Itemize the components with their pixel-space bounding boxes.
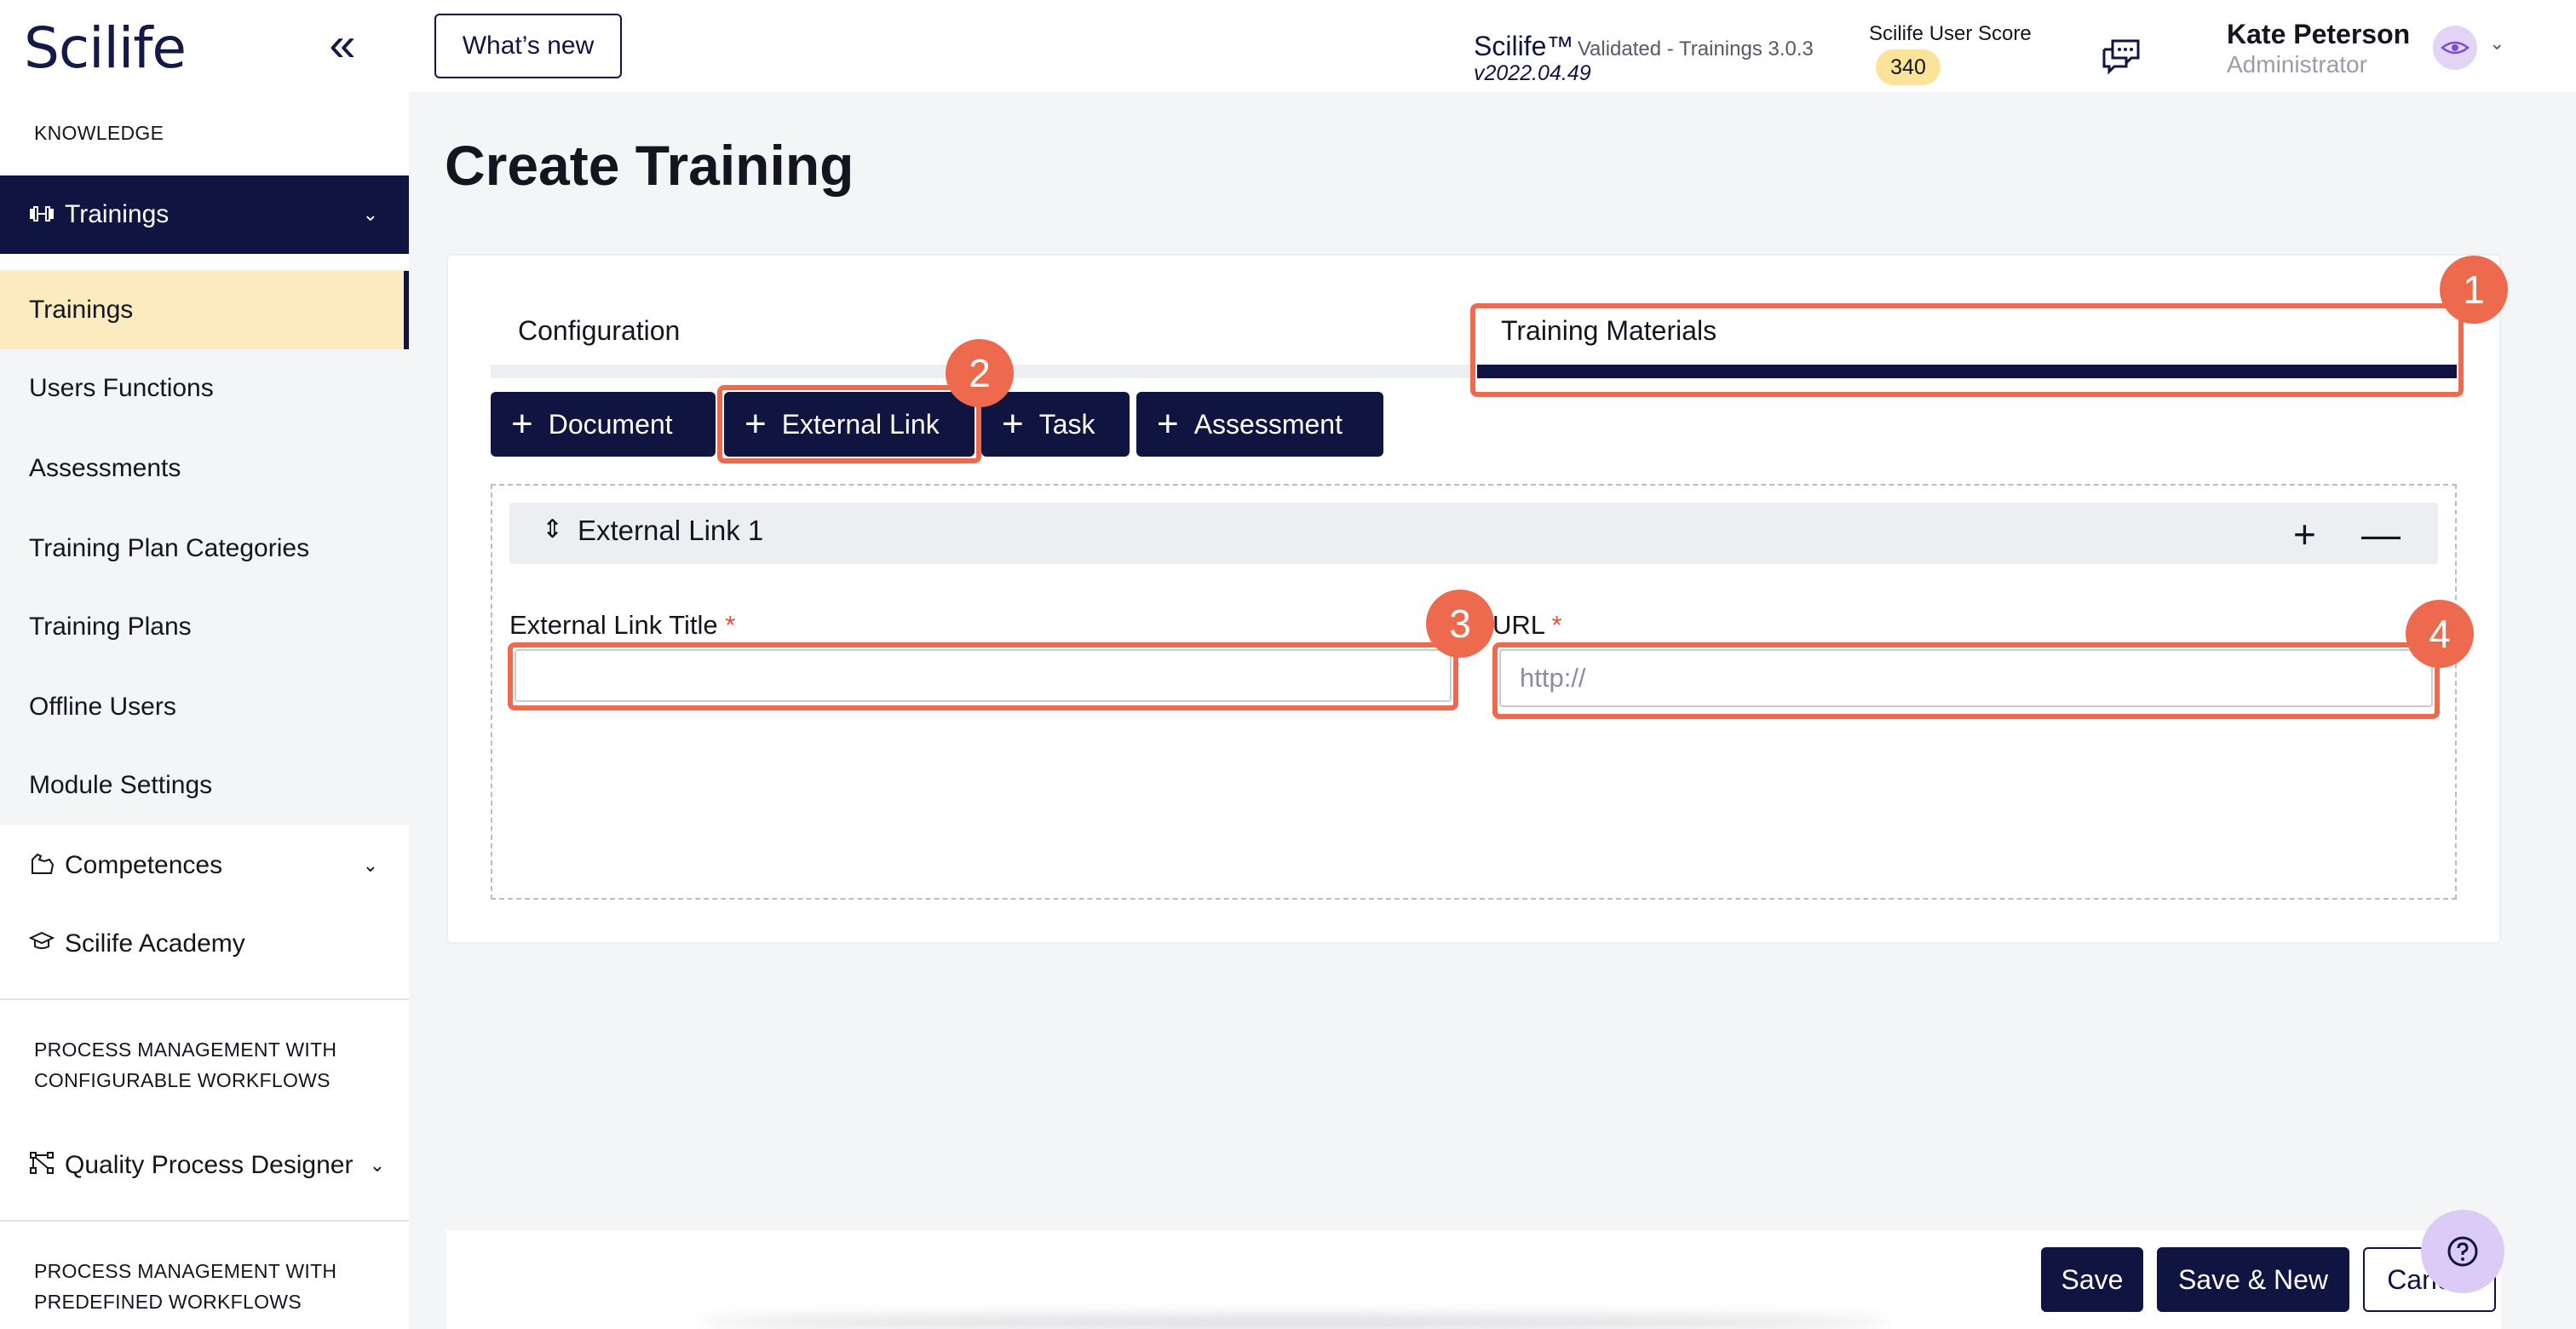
tab-configuration[interactable]: Configuration — [518, 315, 680, 347]
sidebar-item-label: Module Settings — [29, 771, 213, 799]
avatar[interactable] — [2433, 26, 2477, 70]
chevron-down-icon: ⌄ — [362, 854, 378, 876]
sidebar-item-label: Assessments — [29, 454, 181, 482]
flexed-arm-icon — [29, 851, 60, 881]
label-text: External Link Title — [509, 610, 718, 640]
sidebar-item-trainings[interactable]: Trainings — [0, 271, 409, 349]
sidebar-group-academy-label: Scilife Academy — [65, 929, 245, 958]
sidebar-group-quality-designer[interactable]: Quality Process Designer ⌄ — [0, 1126, 409, 1205]
whats-new-button[interactable]: What’s new — [434, 14, 622, 78]
sidebar-item-assessments[interactable]: Assessments — [0, 429, 409, 508]
plus-icon: + — [1157, 403, 1179, 445]
sidebar-group-trainings[interactable]: Trainings ⌄ — [0, 175, 409, 254]
chat-icon[interactable] — [2101, 37, 2142, 75]
sidebar-item-training-plan-categories[interactable]: Training Plan Categories — [0, 509, 409, 588]
version-info: Scilife™ Validated - Trainings 3.0.3 — [1474, 31, 1814, 62]
product-name: Scilife™ — [1474, 31, 1574, 61]
sidebar-item-label: Trainings — [29, 296, 134, 324]
sidebar-item-label: Training Plan Categories — [29, 534, 310, 562]
url-label: URL * — [1492, 610, 1562, 641]
sidebar-item-label: Users Functions — [29, 374, 214, 402]
dumbbell-icon — [29, 202, 60, 228]
external-link-title-label: External Link Title * — [509, 610, 735, 641]
page-title: Create Training — [445, 134, 854, 197]
annotation-badge-2: 2 — [946, 339, 1014, 407]
section-knowledge: KNOWLEDGE — [34, 122, 164, 144]
add-item-icon[interactable]: + — [2293, 515, 2316, 554]
remove-item-icon[interactable]: — — [2361, 515, 2401, 554]
sidebar-item-label: Offline Users — [29, 693, 176, 721]
user-role: Administrator — [2227, 51, 2367, 78]
button-label: Task — [1038, 408, 1095, 440]
label-text: URL — [1492, 610, 1544, 640]
required-mark: * — [1551, 610, 1562, 640]
button-label: Assessment — [1193, 408, 1343, 440]
sidebar-item-offline-users[interactable]: Offline Users — [0, 668, 409, 746]
help-icon[interactable] — [2421, 1210, 2504, 1293]
plus-icon: + — [1002, 403, 1024, 445]
user-score-badge: 340 — [1876, 49, 1941, 85]
sidebar-group-competences-label: Competences — [65, 851, 223, 879]
button-label: Document — [548, 408, 673, 440]
section-line: PROCESS MANAGEMENT WITH — [34, 1038, 337, 1061]
add-assessment-button[interactable]: + Assessment — [1136, 392, 1383, 457]
highlight-url-input — [1492, 642, 2440, 719]
save-and-new-button[interactable]: Save & New — [2157, 1247, 2349, 1312]
sidebar-item-label: Training Plans — [29, 613, 192, 641]
footer-shadow — [699, 1315, 1891, 1329]
sidebar-item-module-settings[interactable]: Module Settings — [0, 746, 409, 825]
sidebar-divider — [0, 998, 409, 1000]
annotation-badge-4: 4 — [2406, 600, 2474, 668]
annotation-badge-3: 3 — [1426, 590, 1494, 658]
scilife-logo: Scilife — [24, 15, 187, 81]
save-button[interactable]: Save — [2041, 1247, 2143, 1312]
version-number: v2022.04.49 — [1474, 61, 1591, 85]
section-predefined-workflows: PROCESS MANAGEMENT WITH PREDEFINED WORKF… — [34, 1256, 336, 1317]
sidebar-group-trainings-label: Trainings — [65, 200, 170, 228]
highlight-external-link — [717, 385, 981, 463]
user-score-label: Scilife User Score — [1869, 22, 2032, 45]
section-configurable-workflows: PROCESS MANAGEMENT WITH CONFIGURABLE WOR… — [34, 1034, 336, 1096]
expand-collapse-icon[interactable]: ⇕ — [542, 515, 563, 544]
highlight-title-input — [508, 642, 1458, 711]
sidebar-item-users-functions[interactable]: Users Functions — [0, 349, 409, 428]
sidebar-item-training-plans[interactable]: Training Plans — [0, 588, 409, 666]
graduation-cap-icon — [28, 931, 60, 958]
external-link-accordion[interactable] — [509, 503, 2438, 564]
section-line: CONFIGURABLE WORKFLOWS — [34, 1069, 331, 1091]
workflow-nodes-icon — [29, 1151, 60, 1181]
section-line: PROCESS MANAGEMENT WITH — [34, 1260, 337, 1282]
product-subtitle: Validated - Trainings 3.0.3 — [1577, 37, 1814, 60]
sidebar-group-academy[interactable]: Scilife Academy — [0, 905, 409, 983]
required-mark: * — [725, 610, 736, 640]
chevron-down-icon[interactable]: ⌄ — [2489, 32, 2504, 55]
annotation-badge-1: 1 — [2440, 256, 2508, 324]
sidebar-divider — [0, 1220, 409, 1222]
chevron-down-icon: ⌄ — [362, 204, 378, 225]
user-name[interactable]: Kate Peterson — [2227, 19, 2410, 50]
sidebar-group-quality-designer-label: Quality Process Designer — [65, 1151, 354, 1179]
collapse-sidebar-icon[interactable]: « — [317, 20, 368, 72]
add-document-button[interactable]: + Document — [491, 392, 716, 457]
highlight-training-materials — [1470, 303, 2464, 397]
plus-icon: + — [511, 403, 533, 445]
sidebar: Scilife « KNOWLEDGE Trainings ⌄ Training… — [0, 0, 409, 1329]
add-task-button[interactable]: + Task — [981, 392, 1130, 457]
sidebar-group-competences[interactable]: Competences ⌄ — [0, 826, 409, 905]
section-line: PREDEFINED WORKFLOWS — [34, 1291, 302, 1313]
accordion-title: External Link 1 — [578, 515, 764, 546]
chevron-down-icon: ⌄ — [369, 1154, 385, 1176]
